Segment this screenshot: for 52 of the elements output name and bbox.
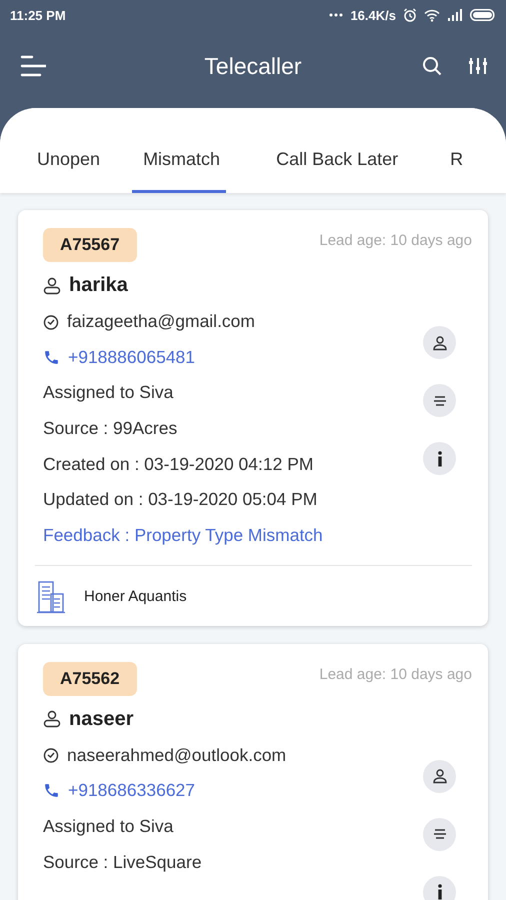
lead-id-badge: A75562 (43, 662, 137, 696)
tab[interactable]: Call Back Later (276, 149, 398, 193)
lead-card[interactable] (18, 210, 488, 626)
filter-icon[interactable] (468, 56, 488, 76)
info-icon (436, 884, 442, 900)
lines-icon (432, 394, 446, 406)
battery-icon (470, 9, 496, 21)
person-icon (432, 334, 448, 350)
alarm-icon (403, 8, 417, 22)
project-name: Honer Aquantis (84, 588, 187, 605)
building-icon (36, 580, 66, 614)
detail-text: Source : LiveSquare (43, 852, 202, 873)
feedback-text: Feedback : Property Type Mismatch (43, 525, 323, 546)
tab[interactable]: Mismatch (132, 149, 226, 193)
lead-email: faizageetha@gmail.com (67, 311, 255, 332)
network-speed: 16.4K/s (350, 8, 396, 22)
lines-icon (432, 828, 446, 840)
phone-link[interactable]: +918886065481 (68, 346, 196, 368)
lead-name: naseer (69, 708, 134, 731)
wifi-icon (424, 8, 440, 22)
person-icon (43, 710, 61, 728)
detail-text: Source : 99Acres (43, 418, 178, 440)
tab[interactable]: R (450, 149, 464, 193)
status-time: 11:25 PM (10, 8, 66, 22)
lead-email: naseerahmed@outlook.com (67, 744, 286, 766)
notes-button[interactable] (423, 818, 456, 850)
tab[interactable]: Unopen (37, 149, 100, 193)
assign-button[interactable] (423, 760, 456, 792)
lead-id-badge: A75567 (43, 228, 137, 262)
app-title: Telecaller (204, 52, 302, 80)
lead-card[interactable]: A75562 Lead age: 10 days ago naseer naseerahmed@outlook.com +918686336627 Assigned to Siva Source : LiveSquare (18, 644, 488, 900)
detail-text: Assigned to Siva (43, 382, 174, 404)
signal-icon (447, 9, 463, 21)
lead-age: Lead age: 10 days ago (319, 664, 472, 682)
info-button[interactable] (423, 442, 456, 475)
more-dots-icon (329, 13, 344, 17)
phone-icon (43, 348, 60, 366)
assign-button[interactable] (423, 326, 456, 359)
phone-link[interactable]: +918686336627 (68, 780, 196, 802)
person-icon (43, 276, 61, 295)
detail-text: Created on : 03-19-2020 04:12 PM (43, 454, 314, 475)
detail-text: Updated on : 03-19-2020 05:04 PM (43, 489, 318, 510)
info-icon (436, 450, 442, 466)
person-icon (432, 768, 448, 784)
lead-age: Lead age: 10 days ago (319, 231, 472, 249)
search-icon[interactable] (422, 56, 442, 76)
notes-button[interactable] (423, 384, 456, 417)
lead-name: harika (69, 274, 128, 298)
phone-icon (43, 782, 60, 800)
info-button[interactable] (423, 876, 456, 900)
menu-icon[interactable] (20, 55, 46, 77)
detail-text: Assigned to Siva (43, 816, 174, 837)
